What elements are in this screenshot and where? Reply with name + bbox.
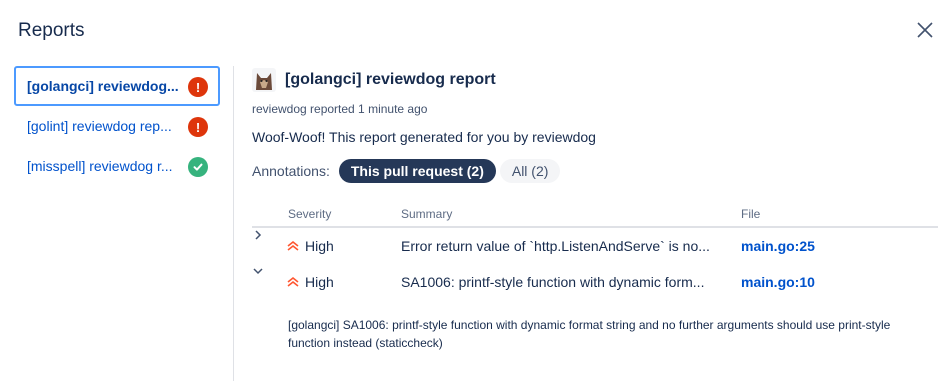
report-list: [golangci] reviewdog... ! [golint] revie… [14,66,220,186]
report-item-label: [golangci] reviewdog... [27,78,179,94]
severity-cell: High [286,238,334,254]
annotations-table: Severity Summary File High Error return … [252,204,938,350]
report-item-misspell[interactable]: [misspell] reviewdog r... [14,146,220,186]
severity-label: High [305,238,334,254]
summary-cell: Error return value of `http.ListenAndSer… [401,238,710,254]
double-chevron-up-icon [287,240,299,251]
report-item-golangci[interactable]: [golangci] reviewdog... ! [14,66,220,106]
summary-cell: SA1006: printf-style function with dynam… [401,274,705,290]
summary-header: Summary [401,207,453,221]
annotation-detail: [golangci] SA1006: printf-style function… [288,318,891,350]
severity-cell: High [286,274,334,290]
report-detail-panel: [golangci] reviewdog report reviewdog re… [252,66,942,350]
table-row[interactable]: High SA1006: printf-style function with … [252,264,938,300]
report-item-label: [golint] reviewdog rep... [27,118,172,134]
file-link[interactable]: main.go:10 [741,274,815,290]
file-header: File [741,207,761,221]
table-header: Severity Summary File [252,204,938,228]
table-row[interactable]: High Error return value of `http.ListenA… [252,228,938,264]
chevron-right-icon[interactable] [252,228,264,242]
report-item-golint[interactable]: [golint] reviewdog rep... ! [14,106,220,146]
dialog-title: Reports [18,20,85,41]
annotations-label: Annotations: [252,163,330,179]
double-chevron-up-icon [287,276,299,287]
reporter-text: reviewdog reported 1 minute ago [252,102,428,116]
exclamation-icon: ! [188,117,208,137]
panel-divider [233,66,234,381]
close-icon[interactable] [913,18,937,42]
report-item-label: [misspell] reviewdog r... [27,158,173,174]
severity-label: High [305,274,334,290]
file-link[interactable]: main.go:25 [741,238,815,254]
checkmark-icon [188,157,208,177]
report-header: [golangci] reviewdog report [252,66,942,94]
severity-header: Severity [288,207,332,221]
close-button[interactable] [913,18,937,42]
exclamation-icon: ! [188,77,208,97]
report-description: Woof-Woof! This report generated for you… [252,129,596,145]
filter-all[interactable]: All (2) [499,159,561,183]
filter-this-pull-request[interactable]: This pull request (2) [338,159,496,183]
reviewdog-avatar-icon [252,68,276,92]
chevron-down-icon[interactable] [252,264,264,278]
annotations-filter: Annotations: This pull request (2) All (… [252,159,942,183]
report-title: [golangci] reviewdog report [285,71,496,88]
